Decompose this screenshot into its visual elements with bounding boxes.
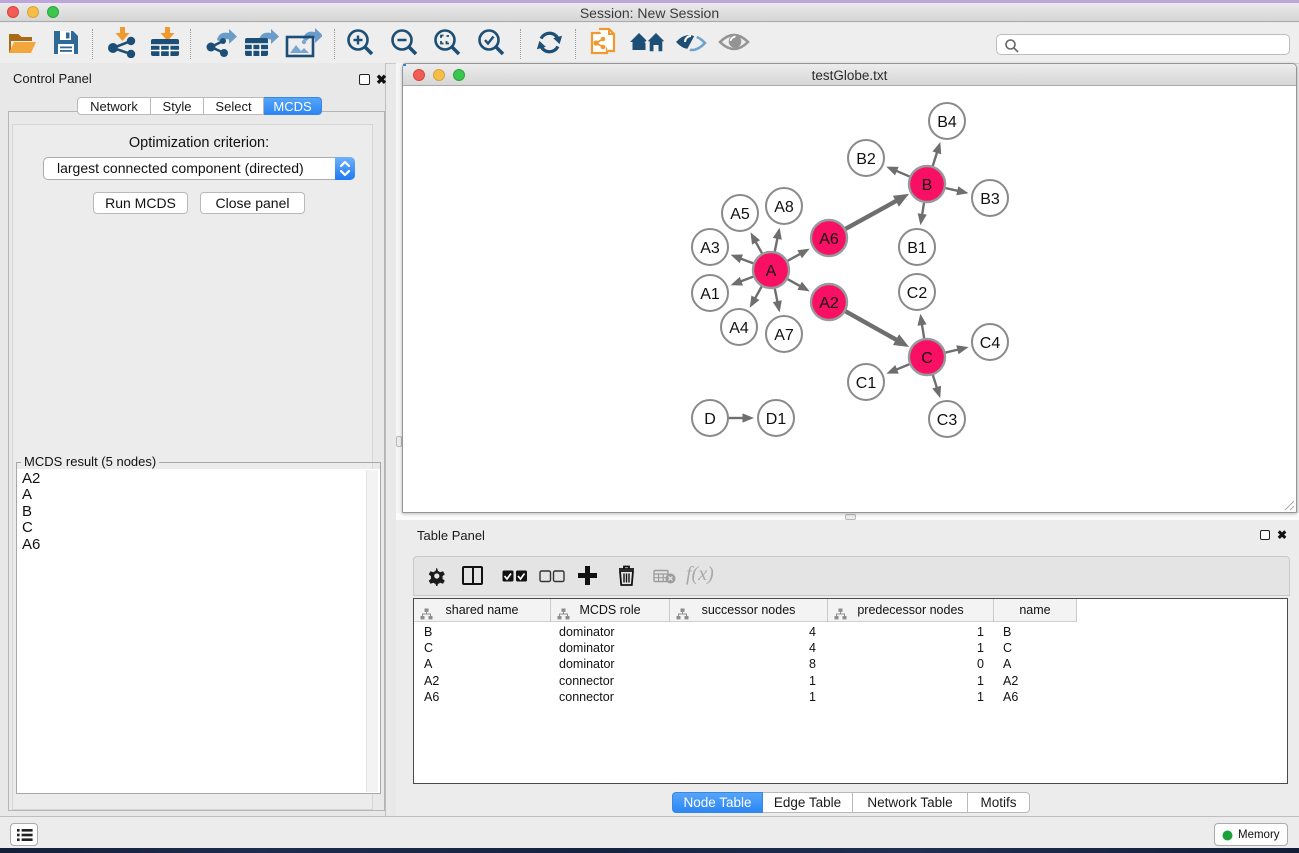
svg-text:C4: C4 xyxy=(980,335,1001,352)
svg-text:A7: A7 xyxy=(774,327,794,344)
svg-text:D1: D1 xyxy=(766,411,787,428)
svg-text:A3: A3 xyxy=(700,240,720,257)
svg-text:B3: B3 xyxy=(980,191,1000,208)
svg-text:A5: A5 xyxy=(730,206,750,223)
svg-text:A8: A8 xyxy=(774,199,794,216)
svg-text:A: A xyxy=(766,263,777,280)
svg-text:C1: C1 xyxy=(856,375,877,392)
svg-text:C: C xyxy=(921,350,933,367)
svg-text:A4: A4 xyxy=(729,320,749,337)
svg-text:A6: A6 xyxy=(819,231,839,248)
svg-text:A1: A1 xyxy=(700,286,720,303)
svg-text:B: B xyxy=(922,177,933,194)
svg-text:B2: B2 xyxy=(856,151,876,168)
svg-text:B1: B1 xyxy=(907,240,927,257)
svg-text:C2: C2 xyxy=(907,285,928,302)
svg-text:C3: C3 xyxy=(937,412,958,429)
svg-text:A2: A2 xyxy=(819,295,839,312)
svg-text:B4: B4 xyxy=(937,114,957,131)
svg-text:D: D xyxy=(704,411,716,428)
